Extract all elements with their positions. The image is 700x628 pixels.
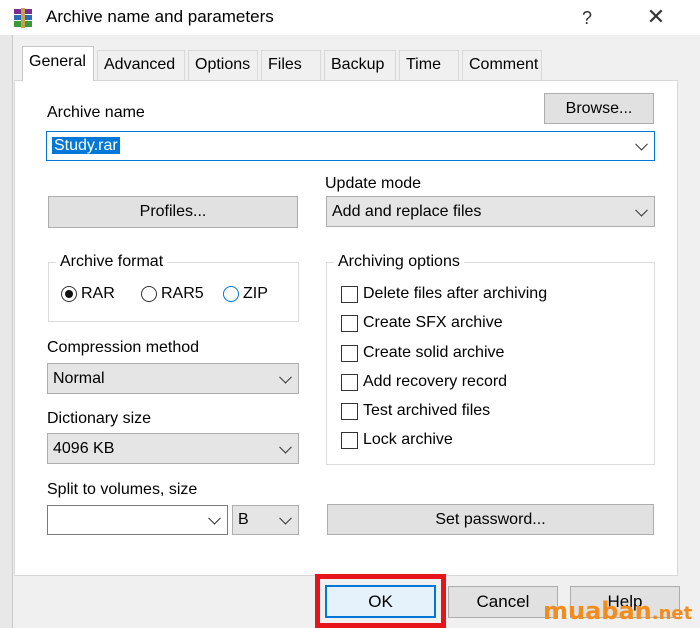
delete-files-label: Delete files after archiving	[363, 285, 548, 302]
profiles-button[interactable]: Profiles...	[48, 196, 298, 228]
archive-name-value: Study.rar	[52, 137, 120, 154]
radio-rar5-label: RAR5	[161, 285, 204, 302]
tab-options[interactable]: Options	[188, 50, 258, 80]
archive-name-input[interactable]: Study.rar	[46, 131, 655, 161]
test-files-label: Test archived files	[363, 402, 491, 419]
split-unit-select[interactable]: B	[232, 505, 299, 535]
recovery-record-label: Add recovery record	[363, 373, 508, 390]
chevron-down-icon	[279, 511, 292, 525]
option-test-files[interactable]: Test archived files	[341, 402, 490, 420]
lock-archive-checkbox[interactable]	[341, 431, 358, 449]
winrar-books-icon	[14, 8, 32, 28]
option-create-solid[interactable]: Create solid archive	[341, 344, 504, 362]
split-size-input[interactable]	[47, 505, 228, 535]
radio-rar5-button[interactable]	[141, 286, 157, 302]
chevron-down-icon	[635, 137, 648, 151]
watermark-brand: muaban	[543, 597, 652, 625]
create-sfx-checkbox[interactable]	[341, 314, 358, 332]
archive-name-label: Archive name	[47, 104, 145, 121]
archive-format-title: Archive format	[56, 253, 168, 271]
compression-method-value: Normal	[53, 369, 105, 387]
option-recovery-record[interactable]: Add recovery record	[341, 373, 507, 391]
dictionary-size-value: 4096 KB	[53, 439, 115, 457]
split-volumes-label: Split to volumes, size	[47, 481, 198, 498]
window-title: Archive name and parameters	[46, 7, 274, 26]
split-unit-value: B	[238, 511, 249, 528]
title-bar: Archive name and parameters ? ✕	[0, 0, 700, 35]
tab-comment[interactable]: Comment	[462, 50, 542, 80]
recovery-record-checkbox[interactable]	[341, 373, 358, 391]
close-button[interactable]: ✕	[637, 3, 675, 31]
delete-files-checkbox[interactable]	[341, 285, 358, 303]
lock-archive-label: Lock archive	[363, 431, 453, 448]
chevron-down-icon	[635, 203, 648, 217]
tab-backup[interactable]: Backup	[324, 50, 396, 80]
watermark-suffix: .net	[651, 603, 693, 624]
create-sfx-label: Create SFX archive	[363, 314, 503, 331]
tab-files[interactable]: Files	[261, 50, 321, 80]
radio-rar5[interactable]: RAR5	[141, 285, 204, 303]
tab-advanced[interactable]: Advanced	[97, 50, 185, 80]
help-title-button[interactable]: ?	[570, 4, 604, 32]
option-create-sfx[interactable]: Create SFX archive	[341, 314, 503, 332]
radio-rar-label: RAR	[81, 285, 115, 302]
create-solid-label: Create solid archive	[363, 344, 505, 361]
compression-method-label: Compression method	[47, 339, 200, 356]
dictionary-size-select[interactable]: 4096 KB	[47, 433, 299, 464]
ok-button[interactable]: OK	[325, 585, 436, 618]
radio-rar-button[interactable]	[61, 286, 77, 302]
dictionary-size-label: Dictionary size	[47, 410, 152, 427]
chevron-down-icon	[279, 440, 292, 454]
chevron-down-icon	[208, 511, 221, 525]
radio-rar[interactable]: RAR	[61, 285, 115, 303]
archiving-options-title: Archiving options	[334, 253, 464, 271]
muaban-watermark: muaban.net	[543, 597, 692, 628]
radio-zip-button[interactable]	[223, 286, 239, 302]
radio-zip[interactable]: ZIP	[223, 285, 268, 303]
background-window-edge	[0, 35, 13, 628]
chevron-down-icon	[279, 370, 292, 384]
set-password-button[interactable]: Set password...	[327, 504, 654, 535]
browse-button[interactable]: Browse...	[544, 93, 654, 124]
create-solid-checkbox[interactable]	[341, 344, 358, 362]
update-mode-select[interactable]: Add and replace files	[326, 196, 655, 227]
update-mode-label: Update mode	[325, 175, 422, 192]
tab-general[interactable]: General	[22, 46, 94, 81]
option-lock-archive[interactable]: Lock archive	[341, 431, 453, 449]
tab-time[interactable]: Time	[399, 50, 459, 80]
option-delete-files[interactable]: Delete files after archiving	[341, 285, 547, 303]
radio-zip-label: ZIP	[243, 285, 268, 302]
test-files-checkbox[interactable]	[341, 402, 358, 420]
cancel-button[interactable]: Cancel	[448, 586, 558, 618]
update-mode-value: Add and replace files	[332, 202, 482, 220]
compression-method-select[interactable]: Normal	[47, 363, 299, 394]
